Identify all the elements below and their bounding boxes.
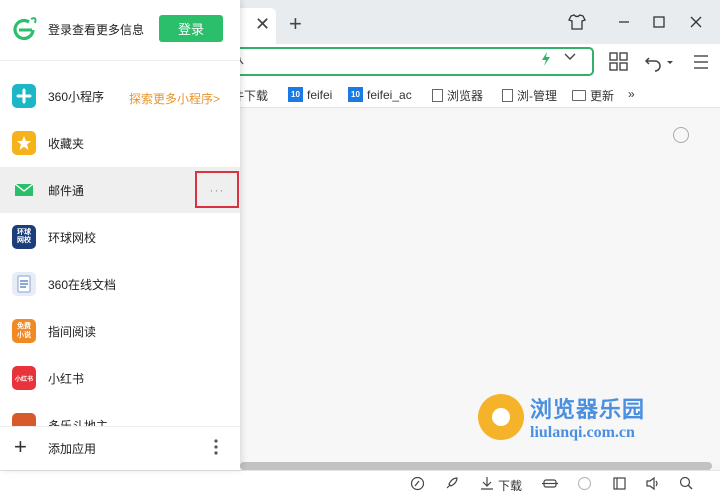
tab-close-icon[interactable]: ✕	[255, 14, 270, 35]
school-icon: 环球网校	[12, 225, 36, 249]
address-bar[interactable]	[226, 47, 594, 76]
accelerate-icon[interactable]	[542, 476, 558, 494]
app-label: 小红书	[48, 372, 85, 386]
volume-icon[interactable]	[645, 476, 661, 494]
horizontal-scrollbar[interactable]	[240, 462, 712, 470]
app-item-favorites[interactable]: 收藏夹	[0, 120, 240, 166]
bookmark-item[interactable]: 更新	[572, 87, 614, 104]
divider	[0, 60, 240, 61]
page-icon	[502, 89, 513, 102]
add-icon[interactable]: +	[14, 434, 27, 460]
bookmark-label: feifei	[307, 87, 333, 102]
menu-icon[interactable]	[692, 52, 712, 72]
site-favicon-icon: 10	[288, 87, 303, 102]
app-label: 收藏夹	[48, 137, 85, 151]
chevron-down-icon[interactable]	[563, 50, 577, 67]
grid-icon[interactable]	[609, 52, 629, 72]
app-item-school[interactable]: 环球网校 环球网校	[0, 214, 240, 260]
bookmark-label: 浏览器	[447, 89, 484, 103]
app-item-reading[interactable]: 免费小说 指间阅读	[0, 308, 240, 354]
app-label: 环球网校	[48, 231, 97, 245]
watermark: 浏览器乐园 liulanqi.com.cn	[478, 392, 645, 442]
bookmark-label: 更新	[590, 89, 615, 103]
address-input[interactable]	[252, 53, 542, 71]
bookmark-item[interactable]: 10 feifei_ac	[348, 87, 415, 102]
school-icon-text: 环球网校	[17, 229, 31, 244]
login-tip: 登录查看更多信息	[48, 23, 145, 37]
explore-more-link[interactable]: 探索更多小程序>	[129, 90, 220, 107]
bookmark-item[interactable]: 浏-管理	[502, 87, 557, 104]
new-tab-button[interactable]: +	[289, 11, 302, 37]
app-label: 指间阅读	[48, 325, 97, 339]
panel-footer	[0, 426, 240, 470]
page-icon	[432, 89, 443, 102]
app-item-game[interactable]: 多乐斗地主	[0, 402, 240, 426]
download-icon[interactable]	[480, 476, 494, 494]
mini-program-icon	[12, 84, 36, 108]
kebab-menu-icon[interactable]	[213, 438, 219, 456]
folder-icon	[572, 90, 586, 101]
app-label: 多乐斗地主	[48, 419, 109, 426]
app-item-docs[interactable]: 360在线文档	[0, 261, 240, 307]
bookmark-label: feifei_ac	[367, 87, 412, 102]
watermark-url: liulanqi.com.cn	[530, 424, 635, 441]
undo-icon[interactable]	[644, 52, 676, 72]
xiaohongshu-icon: 小红书	[12, 366, 36, 390]
site-favicon-icon: 10	[348, 87, 363, 102]
window-icon[interactable]	[612, 476, 627, 494]
star-icon	[12, 131, 36, 155]
app-label: 360小程序	[48, 90, 105, 104]
xiaohongshu-icon-text: 小红书	[14, 376, 33, 383]
add-app-button[interactable]: 添加应用	[48, 440, 96, 457]
lightning-icon[interactable]	[541, 52, 551, 69]
download-label[interactable]: 下载	[498, 477, 522, 494]
book-icon-text: 免费小说	[17, 323, 31, 339]
app-label: 邮件通	[48, 184, 85, 198]
maximize-icon[interactable]	[647, 10, 671, 34]
bookmark-label: 浏-管理	[517, 89, 557, 103]
login-button[interactable]: 登录	[159, 15, 223, 42]
more-options-button[interactable]: ···	[195, 171, 239, 208]
watermark-logo-icon	[478, 394, 524, 440]
side-panel: 登录查看更多信息 登录 360小程序 探索更多小程序> 收藏夹 邮件通 ··· …	[0, 0, 240, 470]
speed-icon[interactable]	[410, 476, 425, 494]
watermark-title: 浏览器乐园	[530, 397, 646, 422]
app-item-xiaohongshu[interactable]: 小红书 小红书	[0, 355, 240, 401]
game-icon	[12, 413, 36, 426]
browser-logo-icon	[11, 16, 37, 42]
bookmark-item[interactable]: 10 feifei	[288, 87, 332, 102]
rocket-icon[interactable]	[444, 476, 459, 494]
shirt-icon[interactable]	[565, 10, 589, 34]
zoom-icon[interactable]	[679, 476, 694, 494]
gear-icon[interactable]	[673, 127, 689, 143]
document-icon	[12, 272, 36, 296]
bookmark-overflow[interactable]: »	[628, 87, 635, 101]
mail-icon	[12, 178, 36, 202]
browser-logo-icon[interactable]	[577, 476, 592, 494]
close-icon[interactable]	[684, 10, 708, 34]
app-label: 360在线文档	[48, 278, 117, 292]
bookmark-item[interactable]: 浏览器	[432, 87, 483, 104]
overflow-icon: »	[628, 87, 635, 101]
book-icon: 免费小说	[12, 319, 36, 343]
minimize-icon[interactable]	[612, 10, 636, 34]
